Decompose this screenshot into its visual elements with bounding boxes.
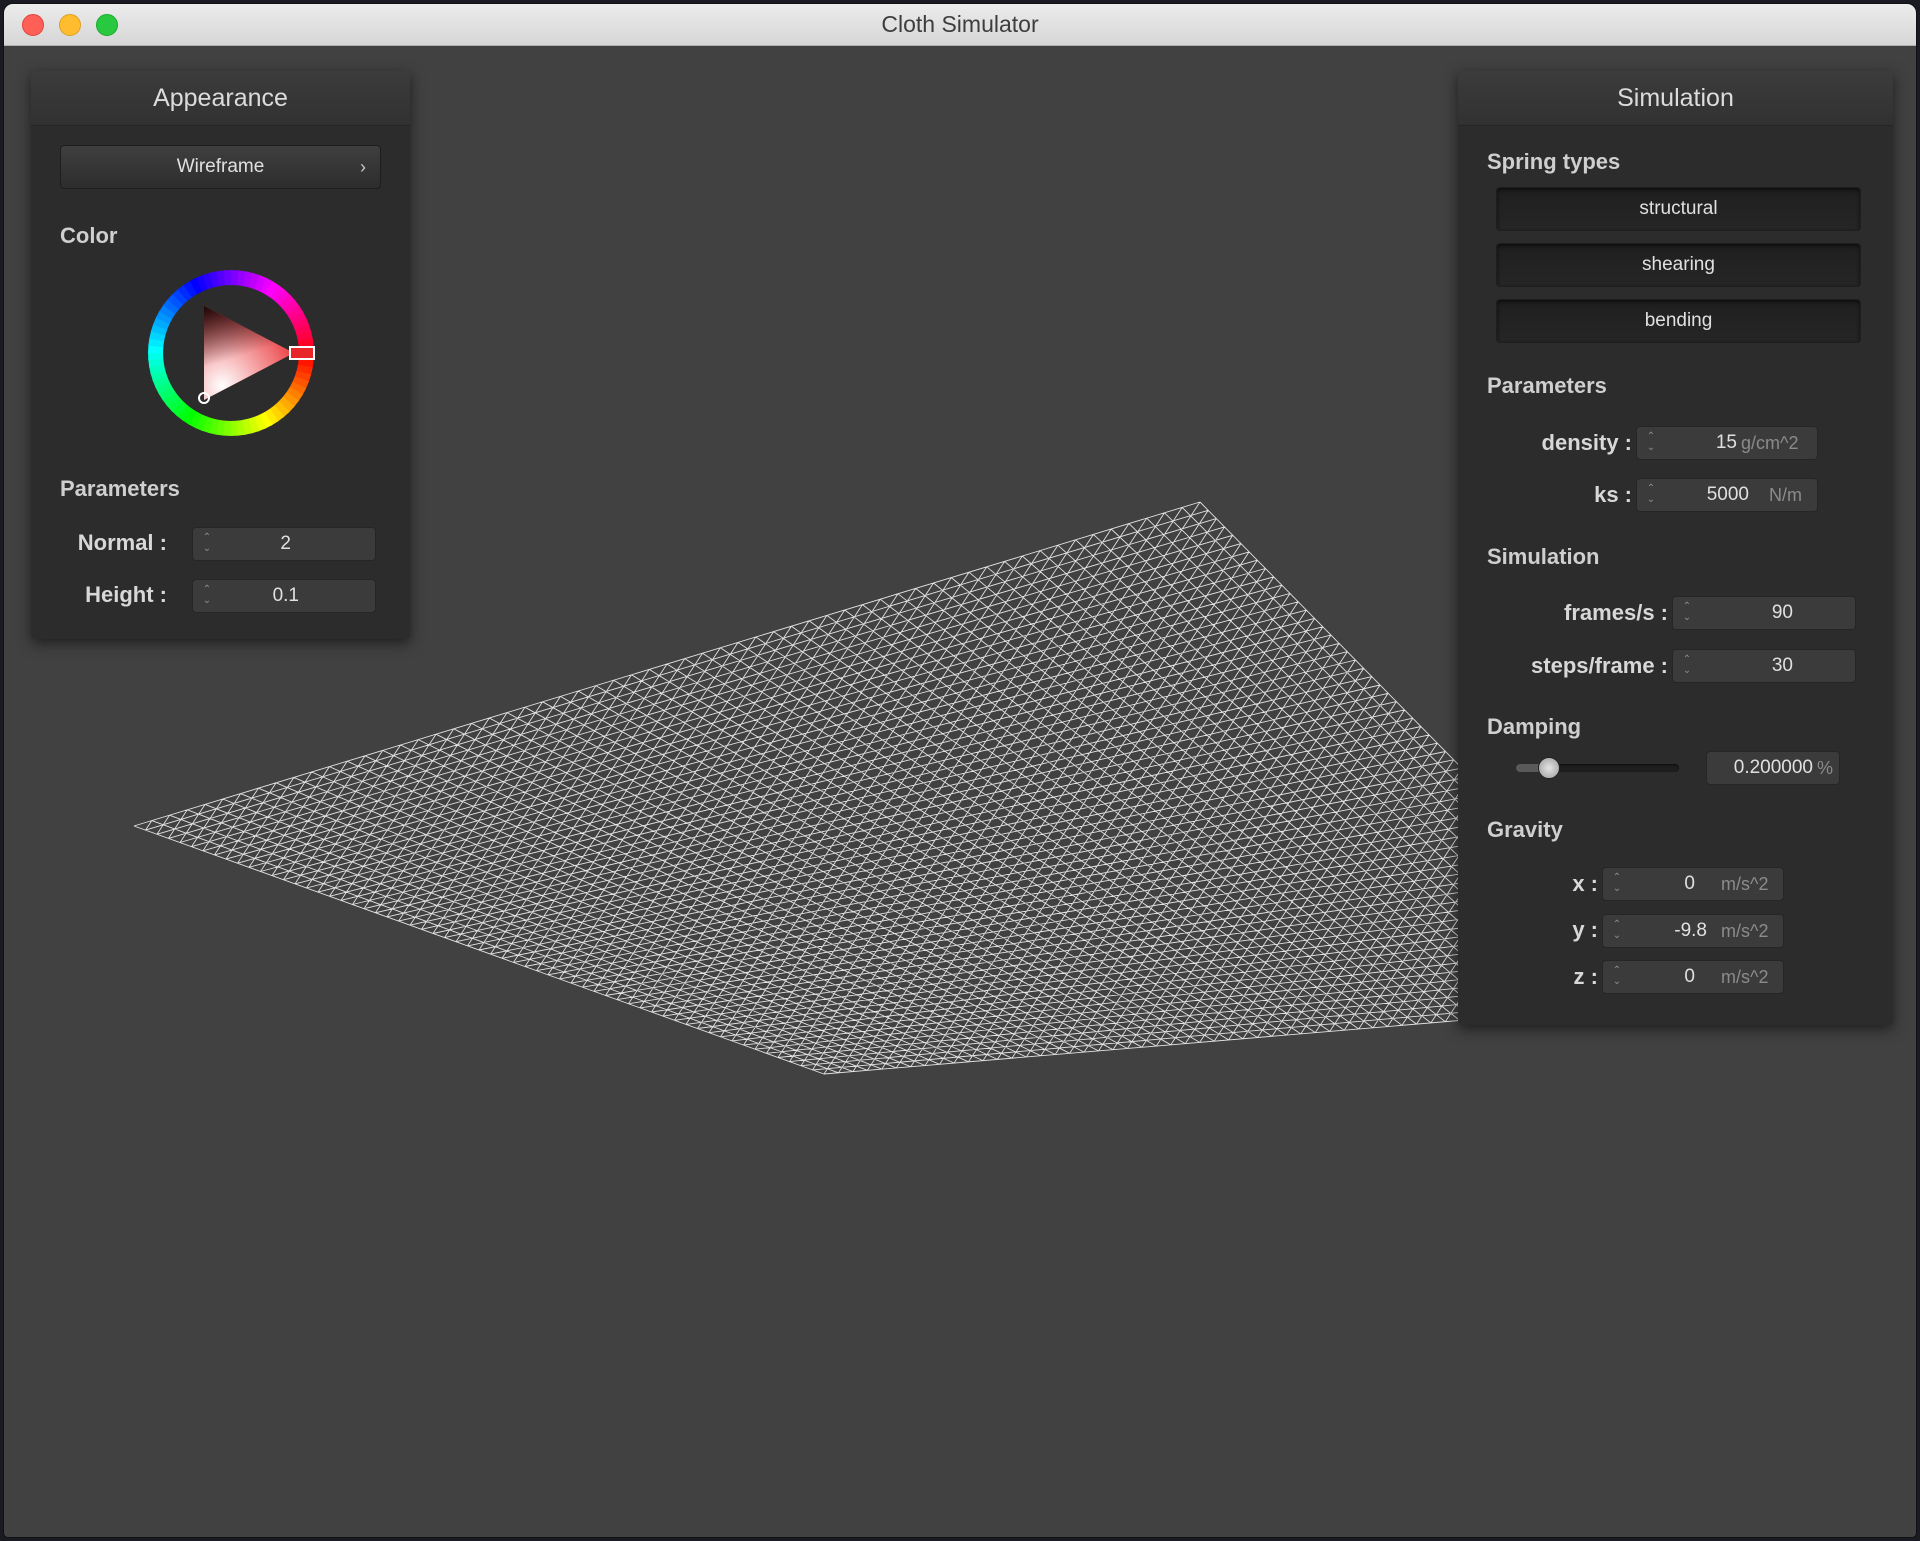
hue-selector-handle: [289, 346, 315, 360]
ks-unit: N/m: [1769, 485, 1802, 505]
damping-label: Damping: [1487, 714, 1582, 739]
gravity-z-value: 0: [1684, 966, 1695, 987]
stepper-icon[interactable]: ⌃ ⌄: [1611, 965, 1623, 989]
gravity-x-label: x :: [1572, 871, 1598, 896]
app-window: Cloth Simulator Appearance Wireframe › C…: [4, 4, 1916, 1537]
sim-parameters-label: Parameters: [1487, 373, 1607, 398]
ks-label: ks :: [1594, 482, 1632, 507]
color-section-label: Color: [60, 223, 118, 248]
density-unit: g/cm^2: [1741, 433, 1799, 453]
gravity-y-input[interactable]: ⌃ ⌄ -9.8 m/s^2: [1602, 914, 1784, 948]
stepper-icon[interactable]: ⌃ ⌄: [1681, 654, 1693, 678]
appearance-panel: Appearance Wireframe › Color Parameters …: [31, 71, 410, 639]
gravity-x-unit: m/s^2: [1721, 874, 1769, 894]
spring-types-label: Spring types: [1487, 149, 1621, 174]
render-mode-label: Wireframe: [176, 156, 265, 177]
gravity-z-unit: m/s^2: [1721, 967, 1769, 987]
simulation-panel-header[interactable]: Simulation: [1458, 71, 1893, 126]
gravity-y-value: -9.8: [1674, 920, 1707, 941]
stepper-icon[interactable]: ⌃ ⌄: [1611, 919, 1623, 943]
render-mode-dropdown[interactable]: Wireframe ›: [60, 145, 381, 189]
density-label: density :: [1541, 430, 1632, 455]
gravity-x-input[interactable]: ⌃ ⌄ 0 m/s^2: [1602, 867, 1784, 901]
simulation-section-label: Simulation: [1487, 544, 1600, 569]
damping-input[interactable]: 0.200000 %: [1706, 751, 1840, 785]
height-label: Height :: [85, 582, 167, 607]
gravity-x-value: 0: [1684, 873, 1695, 894]
simulation-panel: Simulation Spring types structural shear…: [1458, 71, 1893, 1025]
steps-per-frame-value: 30: [1771, 655, 1793, 676]
window-title: Cloth Simulator: [881, 11, 1039, 37]
stepper-icon[interactable]: ⌃ ⌄: [201, 532, 213, 556]
appearance-panel-header[interactable]: Appearance: [31, 71, 410, 126]
normal-input[interactable]: ⌃ ⌄ 2: [192, 527, 376, 561]
stepper-icon[interactable]: ⌃ ⌄: [201, 584, 213, 608]
gravity-y-label: y :: [1572, 917, 1598, 942]
shearing-toggle[interactable]: shearing: [1496, 243, 1861, 287]
density-input[interactable]: ⌃ ⌄ 15 g/cm^2: [1636, 426, 1818, 460]
steps-per-frame-input[interactable]: ⌃ ⌄ 30: [1672, 649, 1856, 683]
structural-toggle[interactable]: structural: [1496, 187, 1861, 231]
normal-value: 2: [280, 533, 291, 554]
stepper-icon[interactable]: ⌃ ⌄: [1645, 483, 1657, 507]
gravity-label: Gravity: [1487, 817, 1563, 842]
ks-value: 5000: [1706, 484, 1749, 505]
appearance-parameters-label: Parameters: [60, 476, 180, 501]
chevron-right-icon: ›: [360, 157, 366, 177]
gravity-z-label: z :: [1573, 964, 1598, 989]
ks-input[interactable]: ⌃ ⌄ 5000 N/m: [1636, 478, 1818, 512]
frames-per-s-value: 90: [1771, 602, 1793, 623]
title-bar: Cloth Simulator: [4, 4, 1916, 46]
frames-per-s-input[interactable]: ⌃ ⌄ 90: [1672, 596, 1856, 630]
damping-unit: %: [1817, 758, 1834, 778]
frames-per-s-label: frames/s :: [1564, 600, 1668, 625]
normal-label: Normal :: [77, 530, 167, 555]
damping-slider-knob[interactable]: [1537, 757, 1560, 779]
steps-per-frame-label: steps/frame :: [1531, 653, 1668, 678]
gravity-z-input[interactable]: ⌃ ⌄ 0 m/s^2: [1602, 960, 1784, 994]
stepper-icon[interactable]: ⌃ ⌄: [1681, 601, 1693, 625]
stepper-icon[interactable]: ⌃ ⌄: [1611, 872, 1623, 896]
height-value: 0.1: [272, 585, 299, 606]
gravity-y-unit: m/s^2: [1721, 921, 1769, 941]
stepper-icon[interactable]: ⌃ ⌄: [1645, 431, 1657, 455]
height-input[interactable]: ⌃ ⌄ 0.1: [192, 579, 376, 613]
color-wheel[interactable]: [146, 268, 316, 438]
density-value: 15: [1715, 432, 1737, 453]
damping-value: 0.200000: [1733, 757, 1813, 778]
bending-toggle[interactable]: bending: [1496, 299, 1861, 343]
